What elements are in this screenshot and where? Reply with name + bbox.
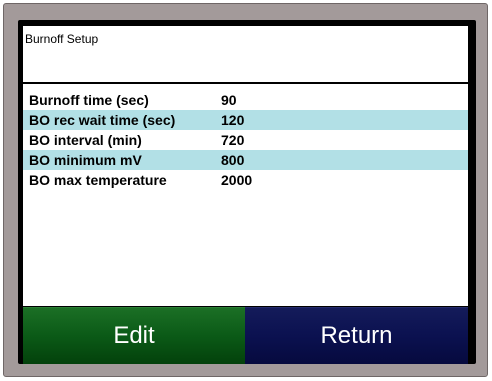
setting-value: 90 [221,92,237,108]
settings-row[interactable]: BO max temperature 2000 [23,170,468,190]
setting-label: BO interval (min) [29,132,142,148]
setting-label: Burnoff time (sec) [29,92,149,108]
setting-label: BO rec wait time (sec) [29,112,176,128]
settings-row[interactable]: BO interval (min) 720 [23,130,468,150]
settings-row[interactable]: BO minimum mV 800 [23,150,468,170]
settings-table: Burnoff time (sec) 90 BO rec wait time (… [23,90,468,190]
screen-title: Burnoff Setup [25,32,99,46]
settings-row[interactable]: Burnoff time (sec) 90 [23,90,468,110]
setting-value: 800 [221,152,245,168]
setting-label: BO max temperature [29,172,167,188]
setting-value: 720 [221,132,245,148]
device-bezel: Burnoff Setup Burnoff time (sec) 90 BO r… [3,3,488,377]
screen: Burnoff Setup Burnoff time (sec) 90 BO r… [18,20,476,364]
setting-value: 120 [221,112,245,128]
edit-button[interactable]: Edit [23,307,245,364]
content-panel: Burnoff Setup Burnoff time (sec) 90 BO r… [23,26,468,306]
settings-row[interactable]: BO rec wait time (sec) 120 [23,110,468,130]
return-button[interactable]: Return [245,307,468,364]
setting-value: 2000 [221,172,253,188]
setting-label: BO minimum mV [29,152,142,168]
title-bar: Burnoff Setup [23,26,468,84]
